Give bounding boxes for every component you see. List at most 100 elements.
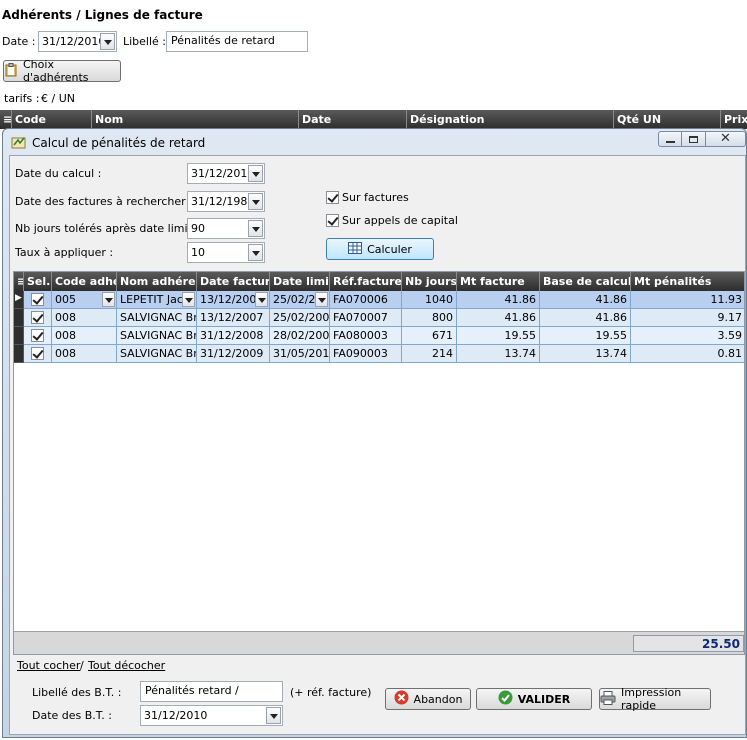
abandon-button[interactable]: Abandon xyxy=(385,688,471,710)
sur-factures-checkbox[interactable]: Sur factures xyxy=(326,191,409,204)
cell-ref[interactable]: FA080003 xyxy=(330,327,402,345)
row-indicator[interactable] xyxy=(14,327,24,345)
row-indicator[interactable] xyxy=(14,309,24,327)
cell-date-facture[interactable]: 31/12/2008 xyxy=(197,327,270,345)
cell-base[interactable]: 19.55 xyxy=(540,327,631,345)
cell-mt-facture[interactable]: 41.86 xyxy=(457,309,540,327)
table-row[interactable]: 008 SALVIGNAC Bric31/12/2008 28/02/2009FA0… xyxy=(14,327,744,345)
impression-button[interactable]: Impression rapide xyxy=(599,686,711,712)
tout-cocher-link[interactable]: Tout cocher xyxy=(17,659,80,672)
date-factures-combo[interactable]: 31/12/1980 xyxy=(187,191,265,212)
chevron-down-icon[interactable] xyxy=(315,292,328,307)
col-qte[interactable]: Qté UN xyxy=(614,110,721,129)
col-nom-adherent[interactable]: Nom adhéren xyxy=(117,272,197,291)
cell-mt-facture[interactable]: 13.74 xyxy=(457,345,540,363)
table-row[interactable]: 008 SALVIGNAC Bric31/12/2009 31/05/2010FA0… xyxy=(14,345,744,363)
col-nom[interactable]: Nom xyxy=(92,110,299,129)
date-bt-combo[interactable]: 31/12/2010 xyxy=(140,705,283,726)
cell-mt-penalites[interactable]: 0.81 xyxy=(631,345,744,363)
chevron-down-icon[interactable] xyxy=(248,220,263,237)
col-ref-facture[interactable]: Réf.facture xyxy=(330,272,402,291)
cell-sel[interactable] xyxy=(24,291,52,309)
row-indicator-arrow-icon[interactable]: ▶ xyxy=(14,291,24,309)
chevron-down-icon[interactable] xyxy=(100,33,115,50)
cell-date-limite[interactable]: 31/05/2010 xyxy=(270,345,330,363)
row-select-checkbox[interactable] xyxy=(31,329,44,342)
cell-code[interactable]: 008 xyxy=(52,309,117,327)
cell-nb-jours[interactable]: 671 xyxy=(402,327,457,345)
chevron-down-icon[interactable] xyxy=(102,292,115,307)
cell-nb-jours[interactable]: 1040 xyxy=(402,291,457,309)
cell-nom[interactable]: LEPETIT Jac xyxy=(117,291,197,309)
cell-nb-jours[interactable]: 800 xyxy=(402,309,457,327)
dialog-titlebar[interactable]: Calcul de pénalités de retard ✕ xyxy=(3,129,746,155)
row-select-checkbox[interactable] xyxy=(31,347,44,360)
row-indicator[interactable] xyxy=(14,345,24,363)
cell-nb-jours[interactable]: 214 xyxy=(402,345,457,363)
cell-date-limite[interactable]: 28/02/2009 xyxy=(270,327,330,345)
chevron-down-icon[interactable] xyxy=(266,707,281,724)
cell-date-facture[interactable]: 13/12/200 xyxy=(197,291,270,309)
col-date-limite[interactable]: Date limite xyxy=(270,272,330,291)
cell-base[interactable]: 41.86 xyxy=(540,291,631,309)
sur-appels-check[interactable] xyxy=(326,214,339,227)
cell-ref[interactable]: FA070006 xyxy=(330,291,402,309)
cell-date-facture[interactable]: 31/12/2009 xyxy=(197,345,270,363)
cell-base[interactable]: 41.86 xyxy=(540,309,631,327)
cell-mt-penalites[interactable]: 11.93 xyxy=(631,291,744,309)
cell-sel[interactable] xyxy=(24,345,52,363)
chevron-down-icon[interactable] xyxy=(248,193,263,210)
cell-nom[interactable]: SALVIGNAC Bric xyxy=(117,345,197,363)
close-button[interactable]: ✕ xyxy=(706,131,746,147)
maximize-button[interactable] xyxy=(682,131,706,147)
date-calcul-combo[interactable]: 31/12/2010 xyxy=(187,163,265,184)
chevron-down-icon[interactable] xyxy=(248,165,263,182)
cell-date-limite[interactable]: 25/02/2 xyxy=(270,291,330,309)
cell-ref[interactable]: FA090003 xyxy=(330,345,402,363)
minimize-button[interactable] xyxy=(658,131,682,147)
valider-button[interactable]: VALIDER xyxy=(476,688,592,710)
col-date-facture[interactable]: Date facture xyxy=(197,272,270,291)
cell-mt-penalites[interactable]: 3.59 xyxy=(631,327,744,345)
cell-date-limite[interactable]: 25/02/2008 xyxy=(270,309,330,327)
col-nb-jours[interactable]: Nb jours xyxy=(402,272,457,291)
row-select-checkbox[interactable] xyxy=(31,293,44,306)
table-row[interactable]: 008 SALVIGNAC Bric13/12/2007 25/02/2008FA0… xyxy=(14,309,744,327)
cell-mt-penalites[interactable]: 9.17 xyxy=(631,309,744,327)
cell-mt-facture[interactable]: 41.86 xyxy=(457,291,540,309)
col-code[interactable]: Code xyxy=(12,110,92,129)
col-date[interactable]: Date xyxy=(299,110,407,129)
libelle-input[interactable]: Pénalités de retard xyxy=(166,31,308,52)
tout-decocher-link[interactable]: Tout décocher xyxy=(88,659,165,672)
cell-ref[interactable]: FA070007 xyxy=(330,309,402,327)
col-mt-facture[interactable]: Mt facture xyxy=(457,272,540,291)
chevron-down-icon[interactable] xyxy=(248,244,263,261)
cell-mt-facture[interactable]: 19.55 xyxy=(457,327,540,345)
col-sel[interactable]: Sel. xyxy=(24,272,52,291)
col-prix[interactable]: Prix xyxy=(721,110,747,129)
col-mt-penalites[interactable]: Mt pénalités xyxy=(631,272,744,291)
taux-combo[interactable]: 10 xyxy=(187,242,265,263)
col-code-adherent[interactable]: Code adhé xyxy=(52,272,117,291)
date-combo[interactable]: 31/12/2010 xyxy=(38,31,117,52)
cell-base[interactable]: 13.74 xyxy=(540,345,631,363)
choix-adherents-button[interactable]: Choix d'adhérents xyxy=(3,58,121,84)
cell-sel[interactable] xyxy=(24,309,52,327)
col-designation[interactable]: Désignation xyxy=(407,110,614,129)
cell-date-facture[interactable]: 13/12/2007 xyxy=(197,309,270,327)
sur-appels-checkbox[interactable]: Sur appels de capital xyxy=(326,214,458,227)
table-row[interactable]: ▶ 005 LEPETIT Jac 13/12/200 25/02/2 FA070006 1… xyxy=(14,291,744,309)
cell-code[interactable]: 005 xyxy=(52,291,117,309)
libelle-bt-input[interactable]: Pénalités retard / xyxy=(140,681,283,702)
row-select-checkbox[interactable] xyxy=(31,311,44,324)
calculer-button[interactable]: Calculer xyxy=(326,238,434,260)
cell-code[interactable]: 008 xyxy=(52,327,117,345)
cell-sel[interactable] xyxy=(24,327,52,345)
sur-factures-check[interactable] xyxy=(326,191,339,204)
nb-jours-combo[interactable]: 90 xyxy=(187,218,265,239)
cell-nom[interactable]: SALVIGNAC Bric xyxy=(117,309,197,327)
cell-code[interactable]: 008 xyxy=(52,345,117,363)
col-base-calcul[interactable]: Base de calcul xyxy=(540,272,631,291)
cell-nom[interactable]: SALVIGNAC Bric xyxy=(117,327,197,345)
chevron-down-icon[interactable] xyxy=(255,292,268,307)
